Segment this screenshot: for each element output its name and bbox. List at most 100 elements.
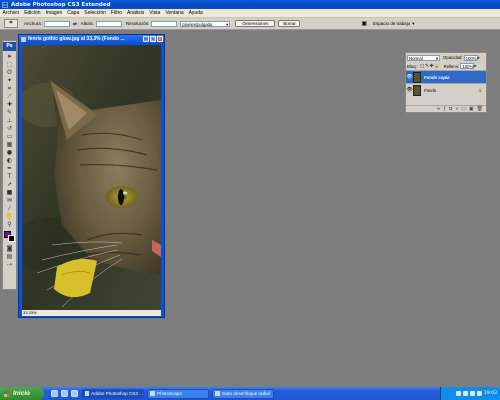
lasso-tool-icon[interactable]: ʘ [4,69,15,76]
fill-chevron-icon[interactable]: ▸ [474,63,476,69]
task-folder[interactable]: Gato desenfoque radial [212,388,274,399]
start-button[interactable]: Inicio [0,387,44,400]
move-tool-icon[interactable]: ➤ [4,53,15,60]
tray-icon[interactable] [477,391,483,396]
hand-tool-icon[interactable]: ✋ [4,213,15,220]
clear-button[interactable]: Borrar [278,20,301,27]
menu-imagen[interactable]: Imagen [43,10,65,16]
color-swatches[interactable] [4,231,15,242]
workspace-icon[interactable]: ▣ [361,20,367,27]
shape-tool-icon[interactable]: ■ [4,189,15,196]
resolution-field[interactable] [151,20,178,27]
tray-icon[interactable] [463,391,469,396]
lock-all-icon[interactable]: 🔒 [434,63,439,69]
history-brush-icon[interactable]: ↺ [4,125,15,132]
messenger-icon[interactable] [61,390,68,397]
resolution-label: Resolución: [125,21,150,26]
brush-tool-icon[interactable]: ✎ [4,109,15,116]
dodge-tool-icon[interactable]: ◐ [4,157,15,164]
menu-capa[interactable]: Capa [65,10,82,16]
layer-thumbnail [413,71,421,83]
height-field[interactable] [95,20,122,27]
fill-field[interactable]: 100% [460,63,475,69]
layer-item-fondo-copia[interactable]: 👁 Fondo copia [406,70,486,83]
photoscape-task-icon [150,391,155,396]
visibility-eye-icon[interactable]: 👁 [406,87,413,93]
notes-tool-icon[interactable]: ✉ [4,197,15,204]
image-canvas[interactable] [22,45,161,311]
new-layer-icon[interactable]: ▣ [469,106,474,112]
menu-analisis[interactable]: Análisis [125,10,147,16]
eyedropper-icon[interactable]: ⁄ [4,205,15,212]
adjustment-layer-icon[interactable]: ◑ [455,106,458,112]
clone-stamp-icon[interactable]: ⊥ [4,117,15,124]
layer-mask-icon[interactable]: ◘ [449,106,452,112]
marquee-tool-icon[interactable]: ⬚ [4,61,15,68]
maximize-icon[interactable]: □ [150,36,156,42]
document-title: fenris gothic glow.jpg al 33,3% (Fondo .… [28,36,125,42]
healing-brush-icon[interactable]: ✚ [4,101,15,108]
menu-edicion[interactable]: Edición [22,10,43,16]
quick-mask-icon[interactable]: ◙ [4,245,15,252]
layer-item-fondo[interactable]: 👁 Fondo 🔒 [406,83,486,96]
swap-icon[interactable]: ⇄ [73,21,77,27]
tray-icon[interactable] [470,391,476,396]
layers-panel: Normal ▾ Opacidad: 100% ▸ Bloq.: ▢ ✎ ✥ 🔒… [405,52,487,113]
menu-vista[interactable]: Vista [147,10,163,16]
menu-archivo[interactable]: Archivo [0,10,22,16]
visibility-eye-icon[interactable]: 👁 [406,74,413,80]
lock-pixels-icon[interactable]: ✎ [425,63,429,69]
delete-layer-icon[interactable]: 🗑 [477,106,483,112]
workspace-label[interactable]: Espacio de trabajo [373,21,410,26]
background-color-swatch[interactable] [8,235,15,242]
menu-ventana[interactable]: Ventana [163,10,186,16]
opacity-chevron-icon[interactable]: ▸ [478,55,480,61]
lock-position-icon[interactable]: ✥ [430,63,434,69]
zoom-tool-icon[interactable]: ⚲ [4,221,15,228]
photoshop-logo: Ps [3,42,16,51]
slice-tool-icon[interactable]: ⟋ [4,93,15,100]
magic-wand-icon[interactable]: ✦ [4,77,15,84]
blur-tool-icon[interactable]: ● [4,149,15,156]
tools-panel: Ps ➤ ⬚ ʘ ✦ ⌗ ⟋ ✚ ✎ ⊥ ↺ ▭ ▦ ● ◐ ✒ T ➚ ■ ✉… [2,40,17,290]
eraser-tool-icon[interactable]: ▭ [4,133,15,140]
dimensions-button[interactable]: Dimensiones [235,20,276,27]
gradient-tool-icon[interactable]: ▦ [4,141,15,148]
browser-icon[interactable] [51,390,58,397]
menu-seleccion[interactable]: Selección [82,10,109,16]
photoshop-icon: Ps [2,1,8,8]
taskbar: Inicio Adobe Photoshop CS3 ... PhotoScap… [0,387,500,400]
zoom-status[interactable]: 33,33% [22,310,161,316]
menu-ayuda[interactable]: Ayuda [186,10,205,16]
task-photoshop[interactable]: Adobe Photoshop CS3 ... [82,388,144,399]
lock-transparency-icon[interactable]: ▢ [420,63,424,69]
new-group-icon[interactable]: ▭ [461,106,466,112]
type-tool-icon[interactable]: T [4,173,15,180]
menu-filtro[interactable]: Filtro [108,10,124,16]
screen-mode-icon[interactable]: ▤ [4,253,15,260]
show-desktop-icon[interactable] [71,390,78,397]
layers-blend-row: Normal ▾ Opacidad: 100% ▸ [406,53,486,62]
units-select[interactable]: píxeles/pulgada ▾ [180,20,231,27]
opacity-field[interactable]: 100% [463,54,478,61]
crop-tool-preset-icon[interactable]: ⌗ [4,19,18,28]
workspace-chevron-icon[interactable]: ▾ [412,21,414,27]
close-icon[interactable]: × [157,36,163,42]
clock[interactable]: 19:03 [484,391,497,396]
tray-icon[interactable] [456,391,462,396]
units-value: píxeles/pulgada [182,21,213,27]
document-window[interactable]: fenris gothic glow.jpg al 33,3% (Fondo .… [18,34,165,318]
minimize-icon[interactable]: _ [143,36,149,42]
width-field[interactable] [44,20,71,27]
path-select-icon[interactable]: ➚ [4,181,15,188]
link-layers-icon[interactable]: ∞ [437,106,441,112]
pen-tool-icon[interactable]: ✒ [4,165,15,172]
task-photoscape[interactable]: PhotoScape [147,388,209,399]
layer-style-icon[interactable]: ƒ [443,106,446,112]
window-title: Adobe Photoshop CS3 Extended [11,1,111,8]
layers-lock-row: Bloq.: ▢ ✎ ✥ 🔒 Relleno: 100% ▸ [406,62,486,70]
blend-mode-select[interactable]: Normal ▾ [407,54,440,61]
blend-mode-value: Normal [409,55,423,61]
crop-tool-icon[interactable]: ⌗ [4,85,15,92]
imageready-icon[interactable]: ⇢ [4,261,15,268]
